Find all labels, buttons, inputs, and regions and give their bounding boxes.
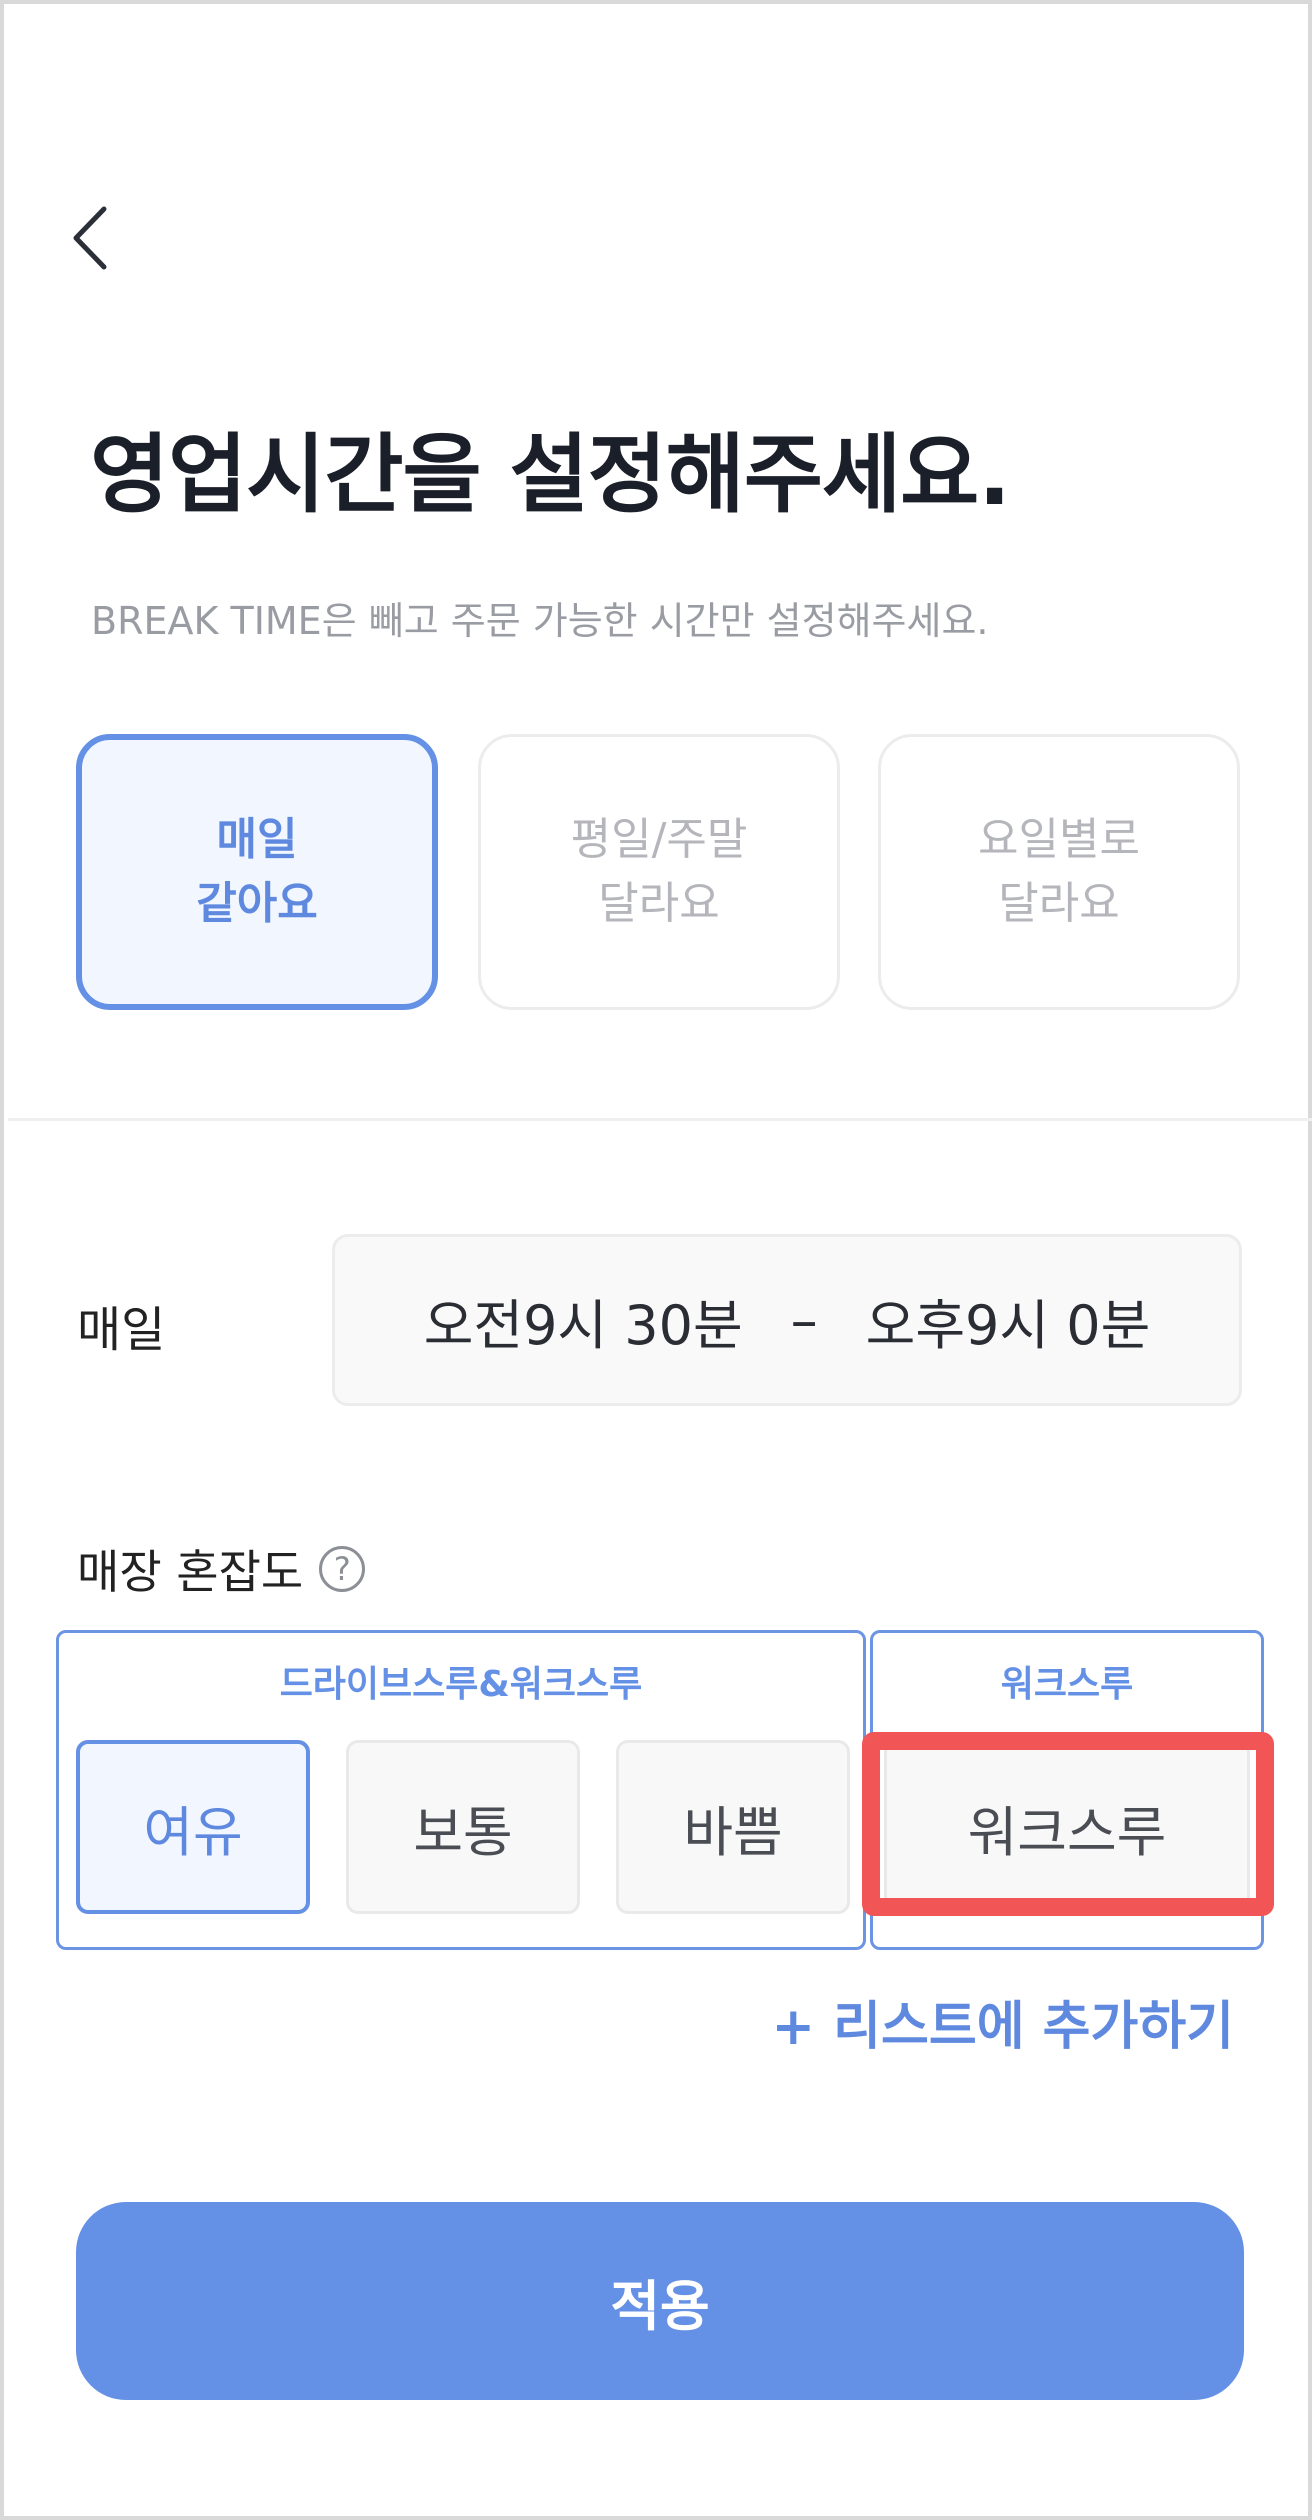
- mode-option-label: 평일/주말: [570, 814, 748, 865]
- mode-option-label: 매일: [216, 814, 298, 865]
- mode-option-label: 달라요: [598, 878, 720, 929]
- group-title: 워크스루: [1000, 1664, 1134, 1705]
- congestion-option-busy[interactable]: 바쁨: [616, 1740, 850, 1914]
- hours-day-label: 매일: [77, 1302, 166, 1358]
- page-title: 영업시간을 설정해주세요.: [90, 425, 1011, 525]
- close-time: 오후9시 0분: [865, 1293, 1151, 1357]
- back-button[interactable]: [60, 200, 120, 276]
- congestion-option-normal[interactable]: 보통: [346, 1740, 580, 1914]
- page-subtitle: BREAK TIME은 빼고 주문 가능한 시간만 설정해주세요.: [91, 599, 989, 643]
- congestion-option-walk-thru[interactable]: 워크스루: [884, 1740, 1250, 1914]
- mode-option-per-day[interactable]: 요일별로 달라요: [878, 734, 1240, 1010]
- section-divider: [8, 1118, 1312, 1121]
- mode-option-label: 요일별로: [978, 814, 1140, 865]
- mode-option-label: 같아요: [196, 878, 318, 929]
- time-separator: –: [790, 1288, 818, 1352]
- congestion-label: 매장 혼잡도: [77, 1545, 304, 1599]
- mode-option-weekday-weekend[interactable]: 평일/주말 달라요: [478, 734, 840, 1010]
- congestion-header: 매장 혼잡도 ?: [77, 1536, 366, 1602]
- mode-option-same-every-day[interactable]: 매일 같아요: [76, 734, 438, 1010]
- hours-time-picker[interactable]: 오전9시 30분 – 오후9시 0분: [332, 1234, 1242, 1406]
- open-time: 오전9시 30분: [423, 1293, 743, 1357]
- question-circle-icon[interactable]: ?: [319, 1546, 366, 1592]
- add-to-list-link[interactable]: + 리스트에 추가하기: [772, 1984, 1235, 2059]
- mode-option-label: 달라요: [998, 878, 1120, 929]
- congestion-option-relaxed[interactable]: 여유: [76, 1740, 310, 1914]
- chevron-left-icon: [73, 206, 107, 270]
- screen-frame: 영업시간을 설정해주세요. BREAK TIME은 빼고 주문 가능한 시간만 …: [0, 0, 1312, 2520]
- apply-button[interactable]: 적용: [76, 2202, 1244, 2400]
- group-title: 드라이브스루&워크스루: [279, 1664, 643, 1705]
